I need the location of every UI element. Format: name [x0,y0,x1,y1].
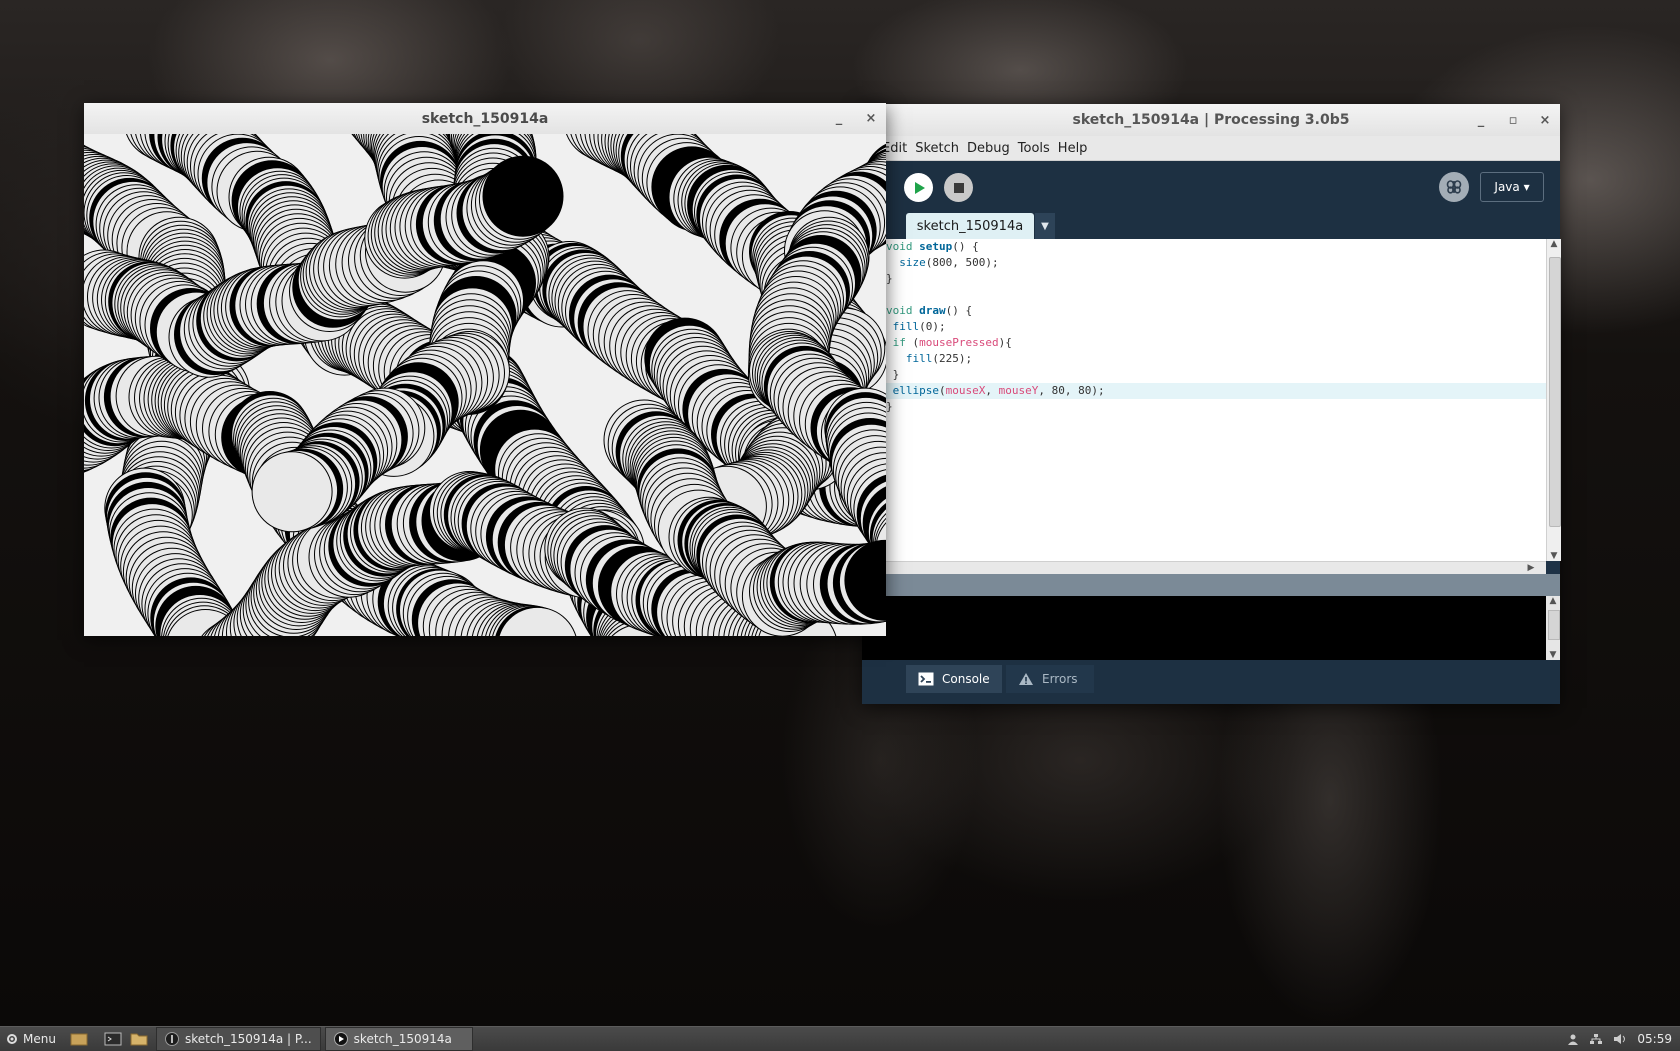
taskbar-item-ide-label: sketch_150914a | P... [184,1032,312,1046]
code-line[interactable]: ellipse(mouseX, mouseY, 80, 80); [882,383,1546,399]
code-line[interactable] [882,463,1546,479]
code-line[interactable]: fill(225); [882,351,1546,367]
terminal-launcher-icon[interactable] [104,1031,122,1047]
editor-horizontal-scrollbar[interactable]: ▶ [862,561,1546,575]
taskbar: Menu sketch_150914a | P... sketch_150914… [0,1026,1680,1051]
start-menu-label: Menu [23,1032,56,1046]
trail-ellipse [251,451,333,533]
sketch-titlebar[interactable]: sketch_150914a _ × [84,103,886,135]
sketch-canvas[interactable] [84,134,886,636]
menu-tools[interactable]: Tools [1014,141,1054,156]
user-icon[interactable] [1567,1033,1579,1045]
warning-icon [1019,673,1033,685]
scroll-up-arrow-icon[interactable]: ▲ [1547,239,1561,249]
clock[interactable]: 05:59 [1637,1032,1672,1046]
ide-window-title: sketch_150914a | Processing 3.0b5 [1072,112,1350,128]
menu-sketch[interactable]: Sketch [911,141,963,156]
menu-bar: e Edit Sketch Debug Tools Help [862,136,1560,161]
sketch-app-icon [333,1032,348,1046]
debugger-button[interactable] [1439,172,1469,202]
code-line[interactable] [882,543,1546,559]
scroll-right-arrow-icon[interactable]: ▶ [1524,563,1538,573]
code-line[interactable]: } [882,271,1546,287]
trail-ellipse [482,155,564,237]
maximize-button[interactable]: ▫ [1504,113,1522,128]
taskbar-item-ide[interactable]: sketch_150914a | P... [155,1027,321,1051]
sketch-output-window: sketch_150914a _ × [84,103,886,636]
minimize-button[interactable]: _ [830,111,848,126]
scrollbar-thumb[interactable] [1549,257,1561,527]
tab-console-label: Console [942,672,990,686]
console-output[interactable] [862,596,1546,660]
minimize-button[interactable]: _ [1472,113,1490,128]
console-tab-bar: Console Errors [862,660,1560,704]
sketch-window-title: sketch_150914a [421,110,549,127]
code-line[interactable]: size(800, 500); [882,255,1546,271]
processing-ide-window: sketch_150914a | Processing 3.0b5 _ ▫ × … [862,104,1561,704]
run-button[interactable] [904,173,933,202]
processing-app-icon [164,1032,179,1046]
code-line[interactable]: void draw() { [882,303,1546,319]
taskbar-item-sketch-label: sketch_150914a [353,1032,452,1046]
code-text[interactable]: void setup() { size(800, 500);} void dra… [882,239,1546,561]
code-editor[interactable]: 1 2 3 4 5 6 7 8 9 10 11 12 13 14 15 16 1… [862,239,1546,561]
code-line[interactable] [882,479,1546,495]
show-desktop-icon[interactable] [70,1031,88,1047]
code-line[interactable]: } [882,399,1546,415]
code-line[interactable]: if (mousePressed){ [882,335,1546,351]
taskbar-item-sketch[interactable]: sketch_150914a [324,1027,473,1051]
terminal-icon [918,672,934,686]
stop-icon [953,182,964,193]
status-bar [862,574,1560,596]
play-icon [914,181,925,194]
volume-icon[interactable] [1613,1033,1627,1045]
code-line[interactable] [882,511,1546,527]
ide-toolbar: Java ▾ [862,161,1560,211]
tab-console[interactable]: Console [906,665,1002,693]
code-line[interactable]: } [882,367,1546,383]
close-button[interactable]: × [862,111,880,126]
code-line[interactable] [882,415,1546,431]
console-scrollbar[interactable]: ▲ ▼ [1546,596,1560,660]
code-line[interactable] [882,447,1546,463]
code-line[interactable] [882,495,1546,511]
stop-button[interactable] [944,173,973,202]
tab-errors[interactable]: Errors [1006,665,1094,693]
scrollbar-thumb[interactable] [1548,610,1560,640]
code-line[interactable]: void setup() { [882,239,1546,255]
menu-help[interactable]: Help [1054,141,1092,156]
code-line[interactable] [882,527,1546,543]
close-button[interactable]: × [1536,113,1554,128]
code-line[interactable] [882,287,1546,303]
editor-vertical-scrollbar[interactable]: ▲ ▼ [1546,239,1561,561]
tab-errors-label: Errors [1042,672,1078,686]
scroll-up-arrow-icon[interactable]: ▲ [1546,596,1560,606]
code-line[interactable]: fill(0); [882,319,1546,335]
ide-titlebar[interactable]: sketch_150914a | Processing 3.0b5 _ ▫ × [862,104,1560,137]
file-manager-icon[interactable] [130,1031,148,1047]
network-icon[interactable] [1589,1033,1603,1045]
menu-debug[interactable]: Debug [963,141,1014,156]
code-line[interactable] [882,431,1546,447]
system-tray: 05:59 [1567,1027,1672,1051]
sketch-tab-row: sketch_150914a ▼ [862,211,1560,239]
tab-dropdown-button[interactable]: ▼ [1035,213,1055,239]
tab-sketch[interactable]: sketch_150914a [906,213,1034,239]
mode-selector[interactable]: Java ▾ [1480,172,1544,202]
gear-icon [7,1034,17,1044]
scroll-down-arrow-icon[interactable]: ▼ [1546,650,1560,660]
butterfly-debug-icon [1446,180,1462,194]
scroll-down-arrow-icon[interactable]: ▼ [1547,551,1561,561]
ellipse-trail-drawing [84,134,886,636]
start-menu-button[interactable]: Menu [0,1032,62,1046]
